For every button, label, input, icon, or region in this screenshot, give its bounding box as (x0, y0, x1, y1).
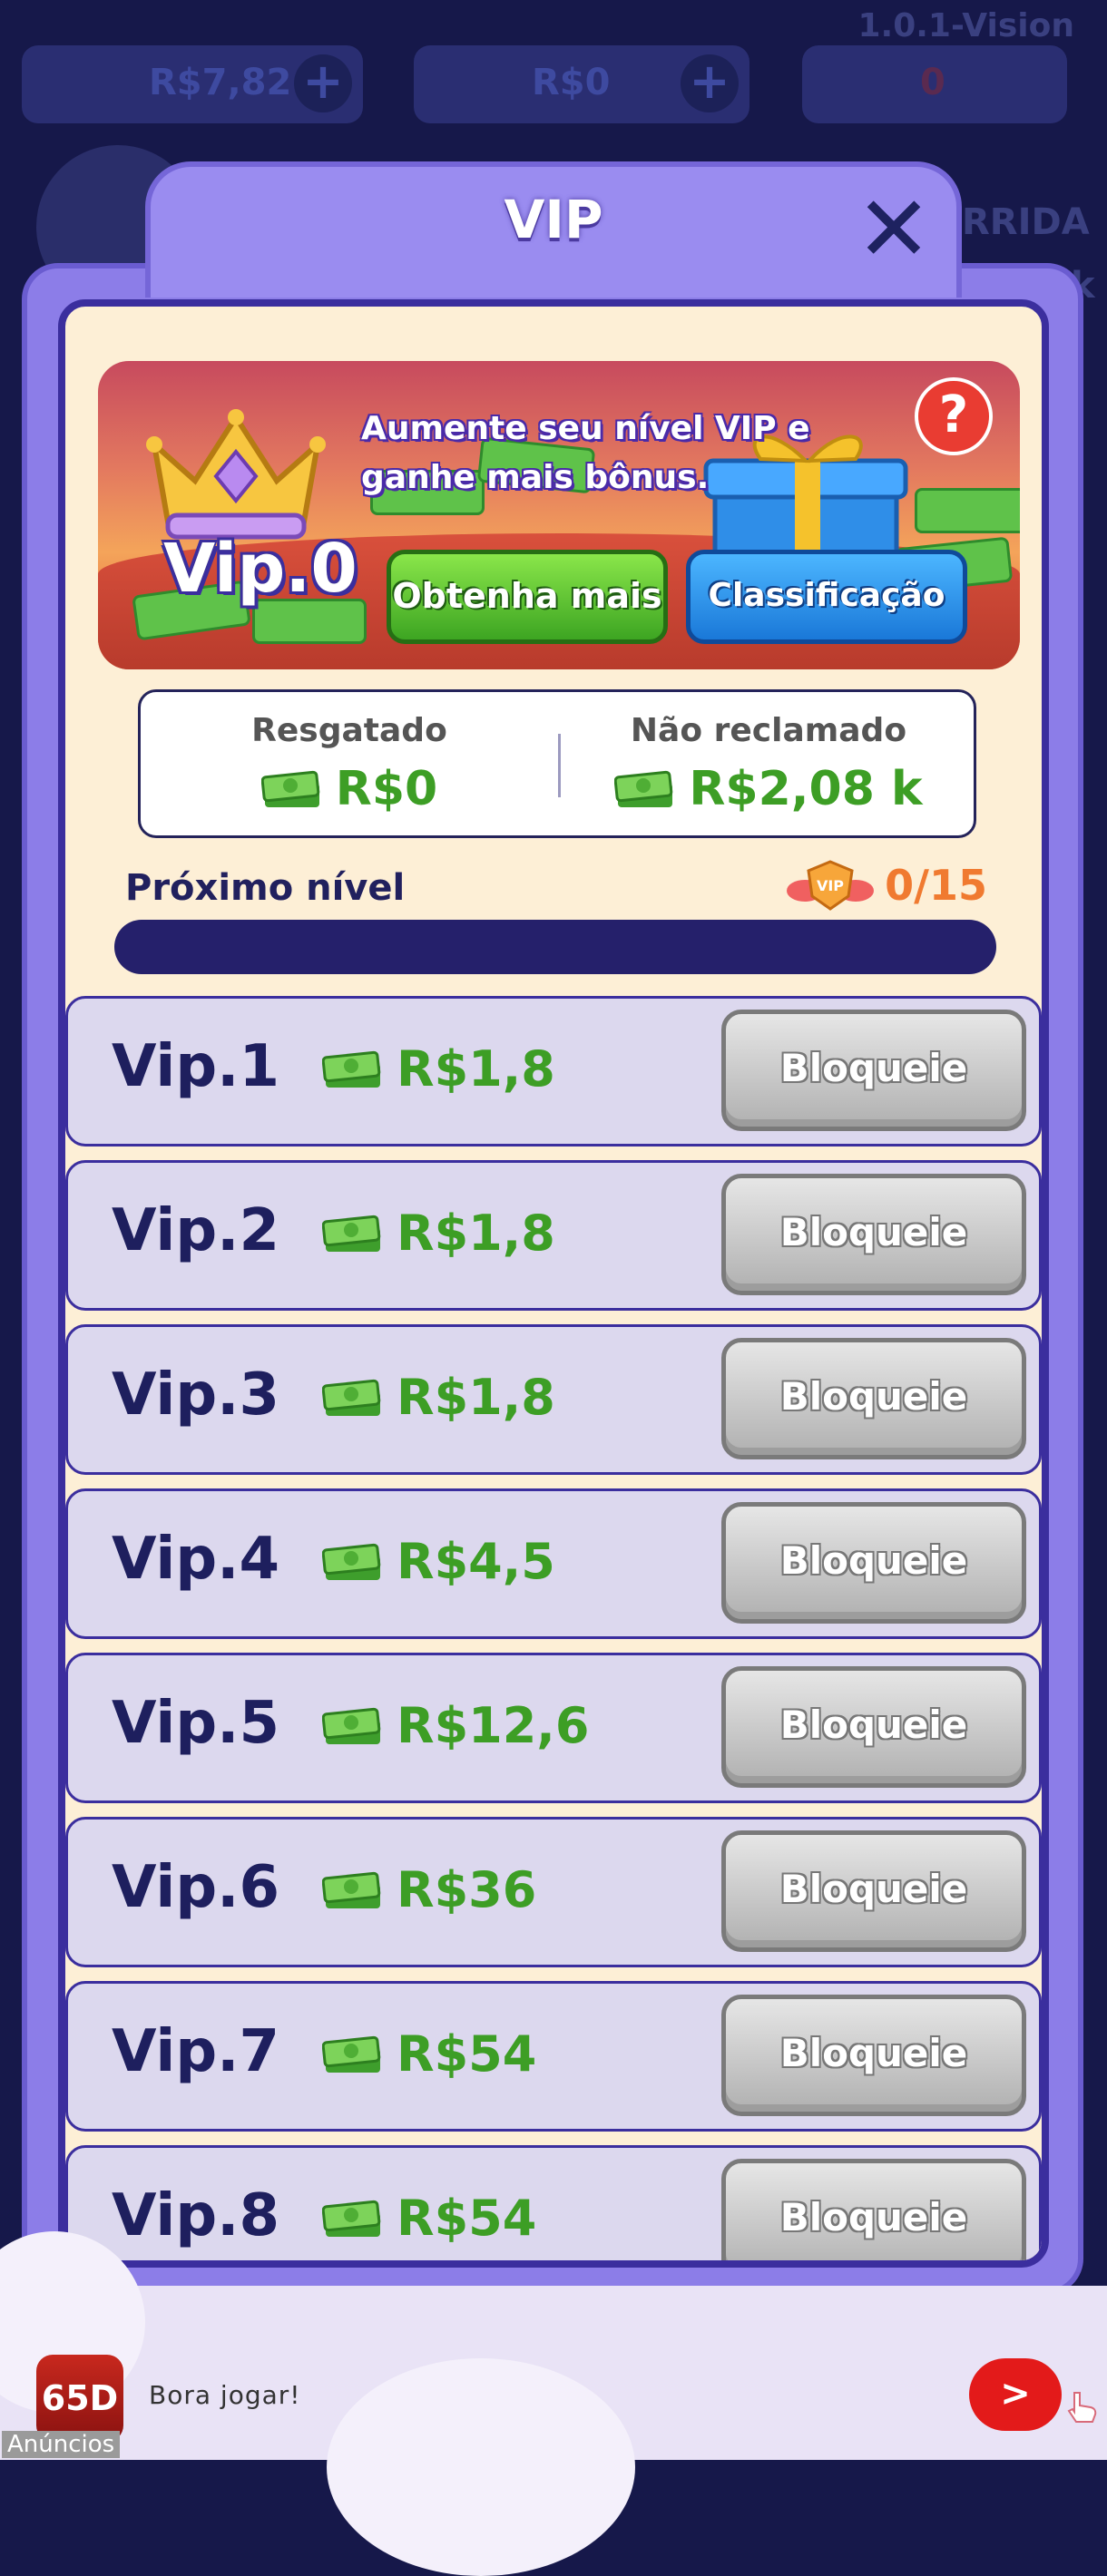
cash-icon (260, 770, 320, 807)
cash-icon (322, 1215, 381, 1252)
vip-level-reward: R$4,5 (322, 1533, 555, 1590)
vip-lock-button[interactable]: Bloqueie (721, 1995, 1026, 2116)
vip-level-name: Vip.6 (112, 1854, 279, 1921)
get-more-button[interactable]: Obtenha mais (387, 550, 668, 644)
crown-icon (146, 409, 326, 540)
help-button[interactable]: ? (915, 377, 993, 455)
vip-points-balance[interactable]: 0 (802, 45, 1067, 123)
close-icon[interactable]: ✕ (853, 184, 935, 275)
unclaimed-label: Não reclamado (630, 712, 907, 749)
vip-badge-icon: VIP (787, 860, 875, 911)
next-level-progress-text: 0/15 (885, 861, 987, 910)
claims-summary: Resgatado R$0 Não reclamado R$2,08 k (138, 689, 976, 838)
vip-level-reward-value: R$54 (397, 2025, 537, 2083)
vip-lock-button[interactable]: Bloqueie (721, 1338, 1026, 1459)
vip-level-row: Vip.4 R$4,5 Bloqueie (65, 1488, 1042, 1639)
unclaimed-value: R$2,08 k (689, 762, 923, 816)
cash-icon (614, 770, 673, 807)
vip-level-name: Vip.7 (112, 2018, 279, 2085)
pointer-hand-icon (1067, 2392, 1097, 2423)
vip-level-reward: R$12,6 (322, 1697, 589, 1754)
vip-level-reward-value: R$1,8 (397, 1369, 555, 1426)
vip-lock-button[interactable]: Bloqueie (721, 1010, 1026, 1131)
add-cash-button[interactable]: + (294, 54, 352, 112)
vip-level-reward-value: R$1,8 (397, 1205, 555, 1262)
vip-level-reward-value: R$54 (397, 2190, 537, 2247)
vip-points-value: 0 (920, 62, 945, 103)
cash-icon (322, 1379, 381, 1416)
vip-level-reward: R$1,8 (322, 1040, 555, 1098)
cash-icon (322, 1707, 381, 1744)
unclaimed-column: Não reclamado R$2,08 k (560, 692, 977, 837)
vip-level-name: Vip.2 (112, 1197, 279, 1264)
vip-level-name: Vip.1 (112, 1033, 279, 1100)
cash-icon (322, 1543, 381, 1580)
redeemed-column: Resgatado R$0 (141, 692, 558, 837)
vip-level-row: Vip.2 R$1,8 Bloqueie (65, 1160, 1042, 1311)
vip-level-name: Vip.3 (112, 1361, 279, 1429)
vip-lock-button[interactable]: Bloqueie (721, 1502, 1026, 1624)
side-label: RRIDA (962, 201, 1090, 243)
cash-icon (322, 1050, 381, 1088)
next-level-label: Próximo nível (125, 867, 406, 909)
dialog-content: Vip.0 Aumente seu nível VIP e ganhe mais… (58, 299, 1049, 2268)
vip-level-name: Vip.5 (112, 1690, 279, 1757)
cash-icon (322, 2035, 381, 2073)
vip-level-reward-value: R$4,5 (397, 1533, 555, 1590)
version-label: 1.0.1-Vision (857, 7, 1074, 44)
vip-level-reward: R$1,8 (322, 1205, 555, 1262)
ad-text: Bora jogar! (149, 2380, 301, 2410)
next-level-progress-bar (114, 920, 996, 974)
gem-balance[interactable]: R$0 + (414, 45, 749, 123)
banner-message: Aumente seu nível VIP e ganhe mais bônus… (361, 410, 810, 496)
dialog-title: VIP (504, 189, 603, 250)
gem-value: R$0 (532, 62, 611, 103)
cash-balance[interactable]: R$7,82 + (22, 45, 363, 123)
ad-decoration (327, 2358, 635, 2576)
money-stack-icon (915, 488, 1020, 533)
vip-level-name: Vip.8 (112, 2182, 279, 2249)
current-vip-level: Vip.0 (163, 530, 358, 608)
vip-level-reward: R$36 (322, 1861, 536, 1918)
cash-icon (322, 1871, 381, 1908)
vip-level-row: Vip.5 R$12,6 Bloqueie (65, 1653, 1042, 1803)
vip-level-reward: R$54 (322, 2190, 536, 2247)
unclaimed-amount: R$2,08 k (560, 762, 977, 816)
vip-lock-button[interactable]: Bloqueie (721, 1666, 1026, 1788)
vip-level-row: Vip.3 R$1,8 Bloqueie (65, 1324, 1042, 1475)
cash-value: R$7,82 (149, 62, 292, 103)
ad-banner[interactable]: 65D Bora jogar! Anúncios > (0, 2231, 1107, 2576)
vip-level-reward: R$54 (322, 2025, 536, 2083)
redeemed-value: R$0 (335, 762, 438, 816)
redeemed-amount: R$0 (141, 762, 558, 816)
ad-app-logo[interactable]: 65D (36, 2355, 123, 2442)
svg-text:VIP: VIP (817, 877, 844, 894)
vip-lock-button[interactable]: Bloqueie (721, 2159, 1026, 2260)
vip-level-reward: R$1,8 (322, 1369, 555, 1426)
vip-lock-button[interactable]: Bloqueie (721, 1830, 1026, 1952)
vip-level-row: Vip.7 R$54 Bloqueie (65, 1981, 1042, 2132)
next-level-count: VIP 0/15 (787, 858, 987, 912)
vip-banner: Vip.0 Aumente seu nível VIP e ganhe mais… (98, 361, 1020, 669)
vip-level-name: Vip.4 (112, 1526, 279, 1593)
vip-lock-button[interactable]: Bloqueie (721, 1174, 1026, 1295)
ad-cta-button[interactable]: > (969, 2358, 1062, 2431)
redeemed-label: Resgatado (251, 712, 447, 749)
vip-level-reward-value: R$36 (397, 1861, 537, 1918)
vip-level-row: Vip.6 R$36 Bloqueie (65, 1817, 1042, 1967)
ad-label: Anúncios (2, 2431, 121, 2458)
vip-level-row: Vip.8 R$54 Bloqueie (65, 2145, 1042, 2260)
vip-level-reward-value: R$1,8 (397, 1040, 555, 1098)
vip-level-row: Vip.1 R$1,8 Bloqueie (65, 996, 1042, 1147)
ranking-button[interactable]: Classificação (686, 550, 967, 644)
add-gems-button[interactable]: + (681, 54, 739, 112)
vip-level-reward-value: R$12,6 (397, 1697, 590, 1754)
cash-icon (322, 2200, 381, 2237)
